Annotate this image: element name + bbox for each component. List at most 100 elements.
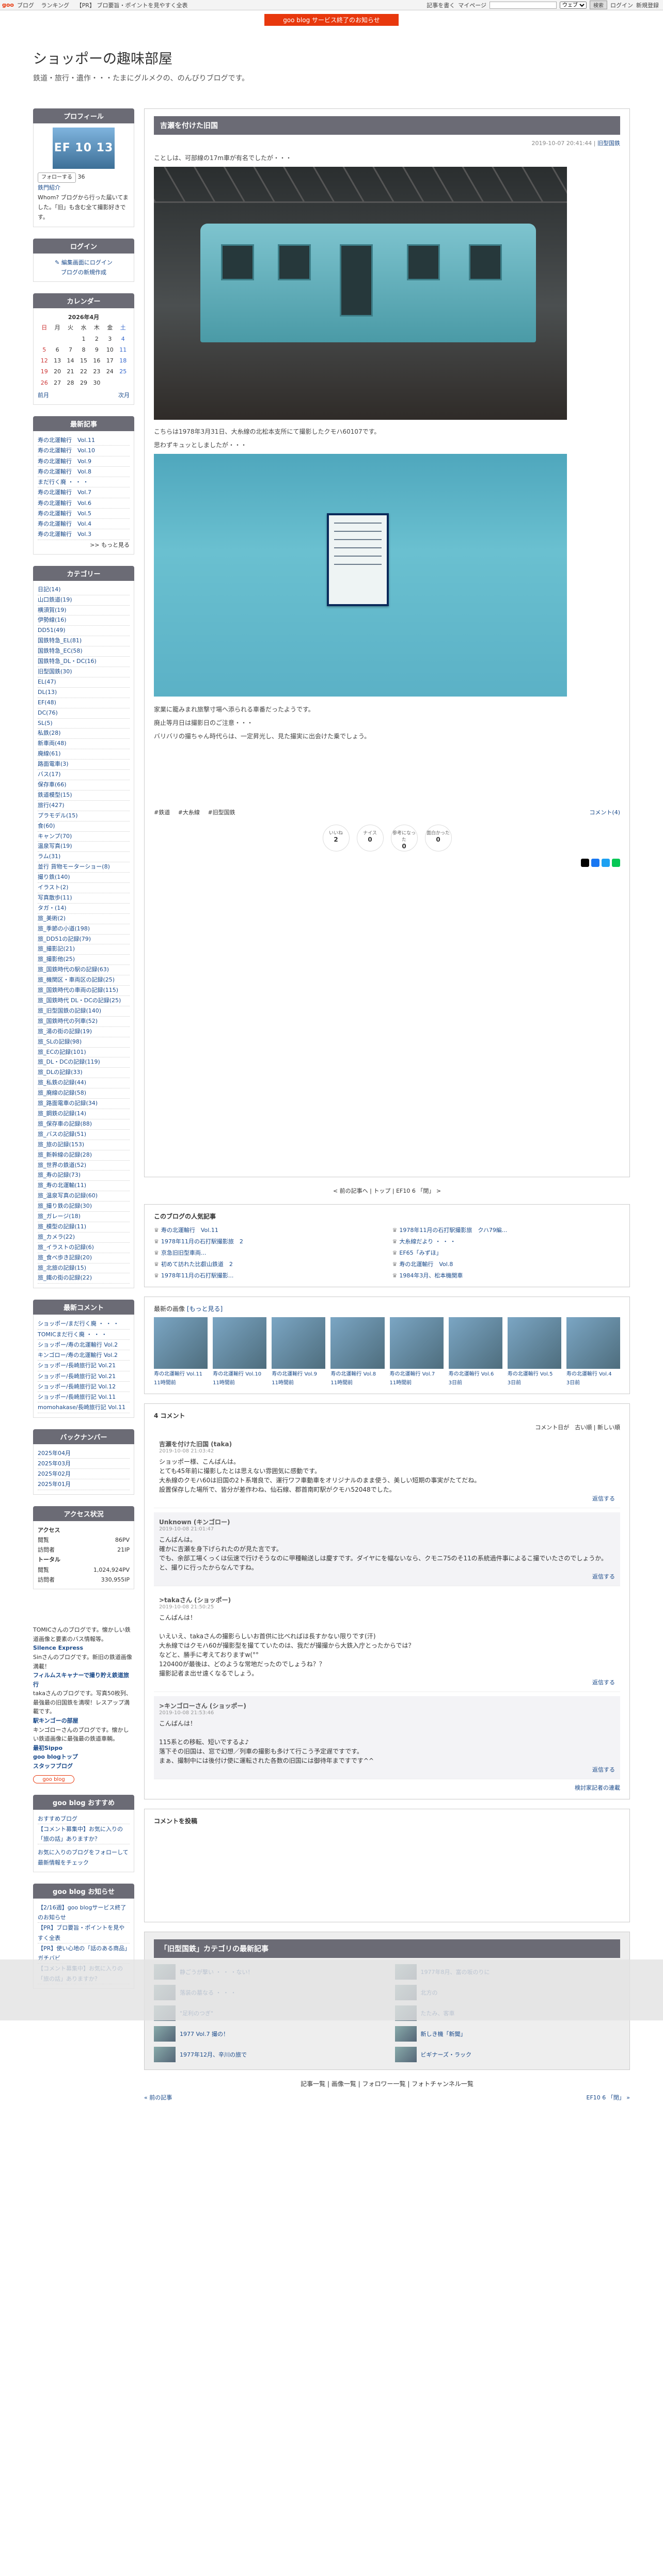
category-link[interactable]: SL(5) [38, 719, 130, 729]
ranking-link[interactable]: 寿の北運輸行 Vol.8 [399, 1261, 453, 1268]
category-link[interactable]: 旅_季節の小道(198) [38, 924, 130, 935]
category-link[interactable]: 国鉄特急_EL(81) [38, 636, 130, 647]
calendar-day[interactable]: 6 [51, 344, 64, 355]
tag-railway[interactable]: #鉄道 [154, 809, 170, 816]
category-link[interactable]: 旅_カメラ(22) [38, 1232, 130, 1243]
calendar-day[interactable]: 21 [64, 366, 77, 377]
side-comment-link[interactable]: ショッポー/まだ行く廃 ・ ・ ・ [38, 1319, 130, 1330]
calendar-day[interactable]: 9 [90, 344, 103, 355]
category-link[interactable]: 旅_国鉄時代の列車(52) [38, 1017, 130, 1027]
calendar-day[interactable]: 26 [38, 377, 51, 388]
profile-name[interactable]: 鉄門紹介 [38, 184, 60, 191]
comment-count-link[interactable]: コメント(4) [589, 808, 620, 816]
number-plate-photo[interactable] [154, 454, 567, 697]
latest-article-link[interactable]: 寿の北運輸行 Vol.6 [38, 498, 130, 509]
reply-button[interactable]: 返信する [159, 1494, 615, 1503]
login-link[interactable]: ログイン [610, 1, 633, 9]
category-link[interactable]: 旅_廃線の記録(58) [38, 1088, 130, 1099]
article-category[interactable]: 旧型国鉄 [597, 140, 620, 147]
reply-button[interactable]: 返信する [159, 1765, 615, 1774]
recent-photo-title[interactable]: 寿の北運輸行 Vol.11 [154, 1371, 208, 1378]
reply-button[interactable]: 返信する [159, 1572, 615, 1581]
recent-photo-item[interactable]: 寿の北運輸行 Vol.10 11時間前 [213, 1317, 267, 1386]
category-link[interactable]: 温泉写真(19) [38, 842, 130, 852]
category-article-item[interactable]: ビギナーズ・ラック [394, 2047, 621, 2062]
calendar-day[interactable]: 30 [90, 377, 103, 388]
category-link[interactable]: 旅_温泉写真の記録(60) [38, 1191, 130, 1202]
service-notice-link[interactable]: goo blog サービス終了のお知らせ [264, 13, 399, 26]
category-link[interactable]: 旅_国鉄時代の駅の記録(63) [38, 965, 130, 976]
category-link[interactable]: 旅_北旅の記録(15) [38, 1263, 130, 1274]
calendar-day[interactable]: 24 [103, 366, 116, 377]
backnumber-link[interactable]: 2025年04月 [38, 1448, 130, 1459]
ranking-item[interactable]: ♛ 1984年3月、松本機関車 [392, 1271, 621, 1279]
category-link[interactable]: 旅_撮影他(25) [38, 955, 130, 966]
category-link[interactable]: 私鉄(28) [38, 729, 130, 739]
reply-button[interactable]: 返信する [159, 1678, 615, 1686]
category-link[interactable]: 山口鉄道(19) [38, 595, 130, 606]
facebook-share-icon[interactable] [591, 859, 599, 867]
mypage-link[interactable]: マイページ [458, 1, 486, 9]
category-article-item[interactable]: 新しき機「新聞」 [394, 2026, 621, 2042]
side-comment-link[interactable]: ショッポー/長崎旅行記 Vol.21 [38, 1361, 130, 1371]
category-link[interactable]: 旅_撮影記(21) [38, 944, 130, 955]
category-link[interactable]: 旅_イラストの記録(6) [38, 1243, 130, 1253]
side-comment-link[interactable]: TOMICまだ行く廃 ・ ・ ・ [38, 1330, 130, 1340]
goo-top-link[interactable]: goo blogトップ [33, 1752, 134, 1762]
latest-article-link[interactable]: 寿の北運輸行 Vol.4 [38, 519, 130, 530]
calendar-day[interactable]: 13 [51, 355, 64, 366]
ranking-item[interactable]: ♛ 1978年11月の石打駅撮影旅 クハ79編... [392, 1226, 621, 1234]
calendar-day[interactable]: 19 [38, 366, 51, 377]
ranking-item[interactable]: ♛ 1978年11月の石打駅撮影... [154, 1271, 382, 1279]
category-article-link[interactable]: ビギナーズ・ラック [421, 2050, 471, 2059]
category-article-thumb[interactable] [154, 2047, 176, 2062]
category-link[interactable]: 旅_旧型国鉄の記録(140) [38, 1006, 130, 1017]
recent-photo-title[interactable]: 寿の北運輸行 Vol.8 [330, 1371, 384, 1378]
calendar-day[interactable]: 22 [77, 366, 90, 377]
recent-photo-thumb[interactable] [566, 1317, 620, 1369]
x-share-icon[interactable] [581, 859, 589, 867]
category-link[interactable]: 日記(14) [38, 585, 130, 595]
side-comment-link[interactable]: momohakase/長崎旅行記 Vol.11 [38, 1402, 130, 1413]
recent-photo-item[interactable]: 寿の北運輸行 Vol.11 11時間前 [154, 1317, 208, 1386]
category-link[interactable]: 国鉄特急_EC(58) [38, 646, 130, 657]
recent-photo-item[interactable]: 寿の北運輸行 Vol.9 11時間前 [272, 1317, 326, 1386]
latest-article-link[interactable]: 寿の北運輸行 Vol.5 [38, 509, 130, 519]
profile-photo[interactable]: EF 10 13 [53, 128, 115, 169]
category-link[interactable]: 旅_DLの記録(33) [38, 1068, 130, 1079]
ranking-link[interactable]: 1978年11月の石打駅撮影... [161, 1272, 233, 1279]
footer-nav[interactable]: 記事一覧 | 画像一覧 | フォロワー一覧 | フォトチャンネル一覧 [144, 2079, 630, 2088]
calendar-day[interactable]: 2 [90, 334, 103, 344]
category-link[interactable]: タガ・(14) [38, 904, 130, 914]
ranking-item[interactable]: ♛ 大糸線だより ・ ・ ・ [392, 1237, 621, 1245]
calendar-day[interactable]: 15 [77, 355, 90, 366]
backnumber-link[interactable]: 2025年01月 [38, 1479, 130, 1490]
category-article-link[interactable]: 新しき機「新聞」 [421, 2030, 466, 2038]
comments-sort[interactable]: コメント日が 古い順 | 新しい順 [154, 1423, 620, 1431]
calendar-day[interactable]: 11 [117, 344, 130, 355]
latest-article-link[interactable]: まだ行く廃 ・ ・ ・ [38, 477, 130, 488]
recommend-item-2[interactable]: 【コメント募集中】お気に入りの「旅の話」ありますか？ [38, 1824, 130, 1845]
search-scope-select[interactable]: ウェブ [560, 1, 587, 9]
category-link[interactable]: 廃線(61) [38, 749, 130, 760]
category-link[interactable]: ラム(31) [38, 852, 130, 863]
latest-article-link[interactable]: 寿の北運輸行 Vol.8 [38, 467, 130, 477]
calendar-day[interactable]: 12 [38, 355, 51, 366]
category-link[interactable]: 旅_私鉄の記録(44) [38, 1078, 130, 1089]
next-month-link[interactable]: 次月 [118, 390, 130, 400]
recent-photo-item[interactable]: 寿の北運輸行 Vol.7 11時間前 [389, 1317, 444, 1386]
category-link[interactable]: 旅_撮り鉄の記録(30) [38, 1202, 130, 1212]
reaction-button[interactable]: 面白かった 0 [424, 825, 452, 851]
ranking-link[interactable]: 京急旧旧型車両... [161, 1250, 207, 1256]
calendar-day[interactable]: 8 [77, 344, 90, 355]
calendar-day[interactable]: 17 [103, 355, 116, 366]
side-comment-link[interactable]: ショッポー/長崎旅行記 Vol.12 [38, 1382, 130, 1393]
category-link[interactable]: バス(17) [38, 770, 130, 780]
category-link[interactable]: イラスト(2) [38, 883, 130, 893]
category-link[interactable]: 旅_バスの記録(51) [38, 1130, 130, 1140]
calendar-day[interactable]: 27 [51, 377, 64, 388]
recent-photos-more[interactable]: [もっと見る] [187, 1305, 223, 1313]
search-input[interactable] [490, 1, 557, 9]
top-link-ranking[interactable]: ランキング [41, 2, 70, 9]
blog-title[interactable]: ショッポーの趣味部屋 [33, 48, 632, 68]
